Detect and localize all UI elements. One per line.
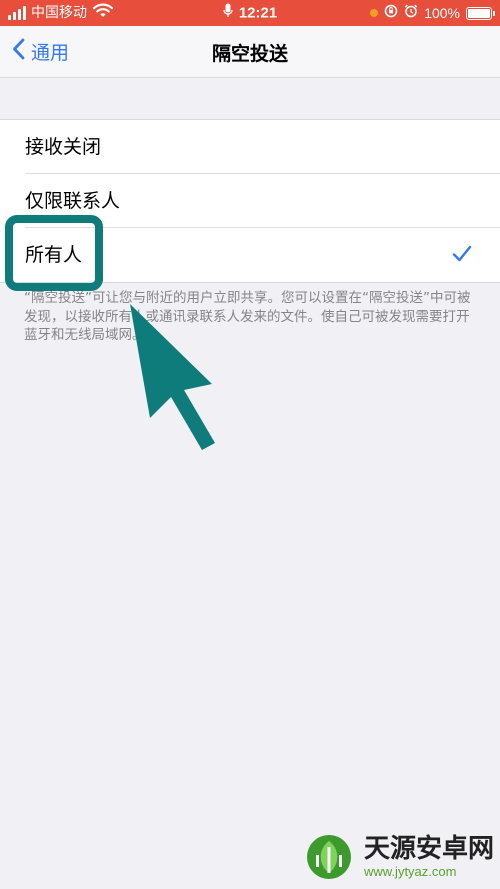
status-bar: 中国移动 12:21 100% (0, 0, 500, 26)
page-title: 隔空投送 (211, 43, 288, 65)
option-label: 接收关闭 (25, 136, 102, 158)
battery-icon (466, 6, 495, 20)
watermark-brand: 天源安卓网 (364, 834, 495, 864)
option-label: 仅限联系人 (25, 190, 121, 212)
watermark-logo-icon (300, 829, 358, 885)
airdrop-description: “隔空投送”可让您与附近的用户立即共享。您可以设置在“隔空投送”中可被发现，以接… (24, 290, 471, 343)
watermark: 天源安卓网 www.jytyaz.com (300, 828, 494, 886)
status-right: 100% (370, 4, 495, 23)
watermark-url: www.jytyaz.com (364, 864, 457, 879)
arrow-pointer-icon (120, 300, 220, 456)
alarm-icon (404, 4, 418, 23)
option-receiving-off[interactable]: 接收关闭 (0, 120, 500, 174)
recording-dot-icon (370, 9, 379, 17)
orientation-lock-icon (384, 4, 398, 23)
navigation-bar: 通用 隔空投送 (0, 26, 500, 78)
highlight-box (5, 215, 103, 291)
mic-icon (223, 3, 233, 24)
battery-percent: 100% (424, 5, 460, 21)
checkmark-icon (452, 245, 472, 267)
status-time: 12:21 (238, 4, 278, 22)
